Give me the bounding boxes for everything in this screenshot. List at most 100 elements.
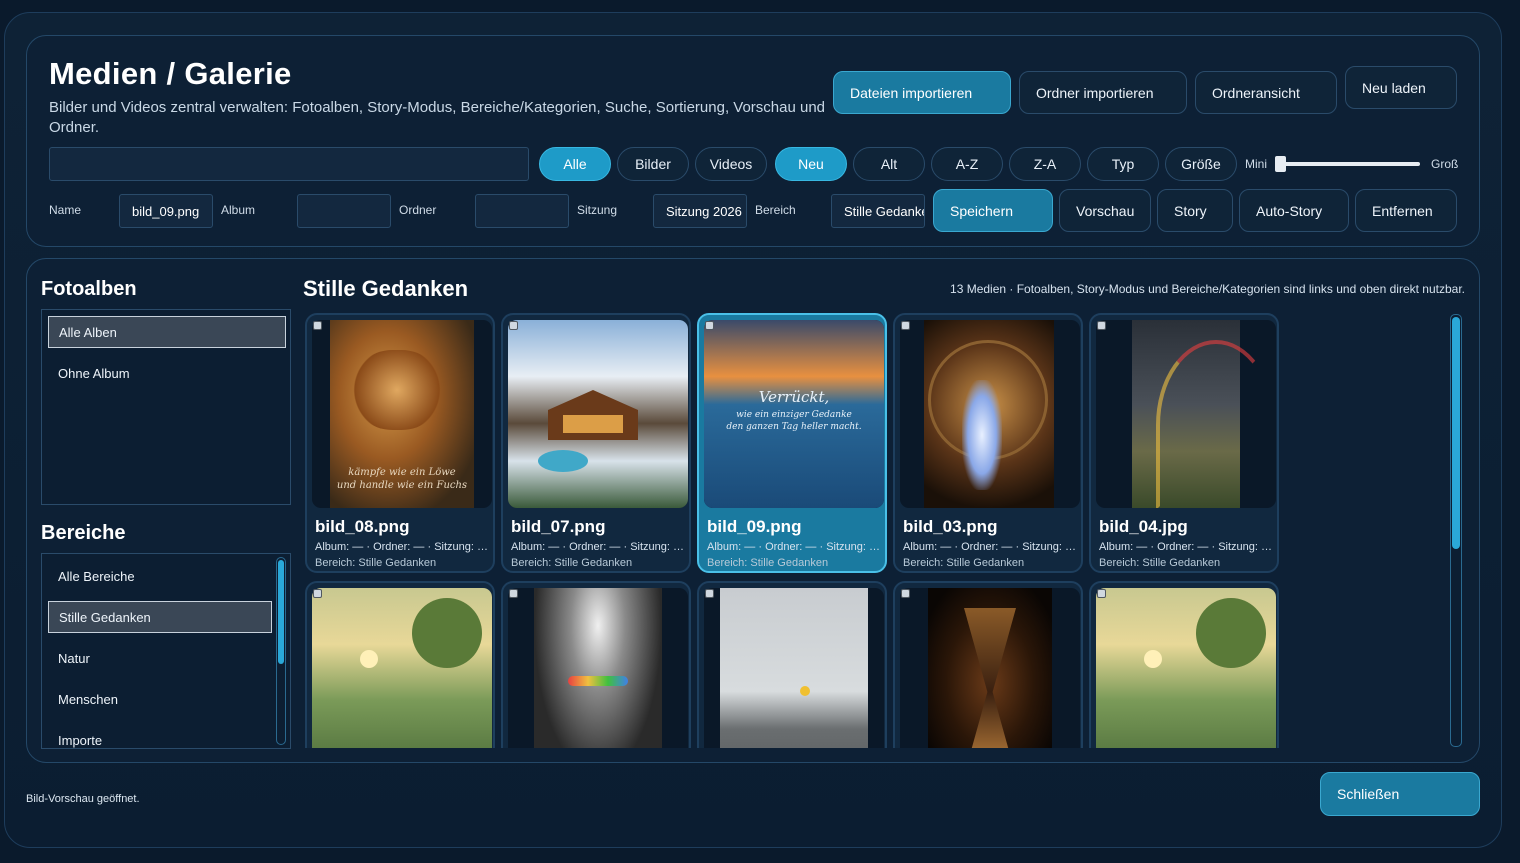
media-type-icon — [1097, 589, 1106, 598]
page-title: Medien / Galerie — [49, 56, 292, 91]
remove-button[interactable]: Entfernen — [1355, 189, 1457, 232]
lion-caption: kämpfe wie ein Löwe und handle wie ein Fu… — [336, 467, 468, 491]
folder-view-button[interactable]: Ordneransicht — [1195, 71, 1337, 114]
gallery-grid: kämpfe wie ein Löwe und handle wie ein Fu… — [303, 312, 1465, 748]
media-card-meta: Album: — · Ordner: — · Sitzung: Sitzung … — [315, 541, 489, 553]
album-label: Album — [221, 203, 256, 217]
media-type-icon — [901, 321, 910, 330]
size-slider-max-label: Groß — [1431, 157, 1459, 171]
folder-field[interactable] — [475, 194, 569, 228]
filter-pill[interactable]: Neu — [775, 147, 847, 181]
media-thumbnail — [312, 588, 492, 748]
media-card[interactable]: bild_04.jpg Album: — · Ordner: — · Sitzun… — [1089, 313, 1279, 573]
media-thumbnail — [508, 588, 688, 748]
area-field[interactable]: Stille Gedanken — [831, 194, 925, 228]
media-card-meta: Album: — · Ordner: — · Sitzung: Sitzung … — [1099, 541, 1273, 553]
gallery-info: 13 Medien · Fotoalben, Story-Modus und B… — [950, 282, 1465, 296]
area-label: Bereich — [755, 203, 796, 217]
media-card-meta: Album: — · Ordner: — · Sitzung: Sitzung … — [707, 541, 881, 553]
filter-pill[interactable]: Alle — [539, 147, 611, 181]
media-card[interactable]: bild_07.png Album: — · Ordner: — · Sitzun… — [501, 313, 691, 573]
filter-pill[interactable]: Typ — [1087, 147, 1159, 181]
media-card-name: bild_09.png — [707, 517, 802, 536]
album-item-alle-alben[interactable]: Alle Alben — [48, 316, 286, 348]
media-card[interactable]: kämpfe wie ein Löwe und handle wie ein Fu… — [305, 313, 495, 573]
save-button[interactable]: Speichern — [933, 189, 1053, 232]
preview-button[interactable]: Vorschau — [1059, 189, 1151, 232]
areas-scrollbar[interactable] — [276, 557, 286, 745]
area-item-stille-gedanken[interactable]: Stille Gedanken — [48, 601, 272, 633]
media-card[interactable] — [1089, 581, 1279, 748]
area-item-alle-bereiche[interactable]: Alle Bereiche — [48, 560, 272, 592]
gallery-scrollbar[interactable] — [1450, 314, 1462, 747]
album-field[interactable] — [297, 194, 391, 228]
media-card-name: bild_04.jpg — [1099, 517, 1188, 536]
gallery-scrollbar-thumb[interactable] — [1452, 317, 1460, 549]
media-type-icon — [509, 589, 518, 598]
filter-pill[interactable]: Videos — [695, 147, 767, 181]
size-slider-min-label: Mini — [1245, 157, 1268, 171]
media-card-name: bild_03.png — [903, 517, 998, 536]
name-field[interactable]: bild_09.png — [119, 194, 213, 228]
area-item-importe[interactable]: Importe — [48, 724, 272, 748]
area-item-natur[interactable]: Natur — [48, 642, 272, 674]
media-type-icon — [705, 589, 714, 598]
areas-title: Bereiche — [41, 522, 126, 544]
media-card-meta: Album: — · Ordner: — · Sitzung: Sitzung … — [511, 541, 685, 553]
folder-label: Ordner — [399, 203, 437, 217]
status-text: Bild-Vorschau geöffnet. — [26, 793, 140, 805]
media-card-area: Bereich: Stille Gedanken — [511, 557, 633, 569]
size-slider-track[interactable] — [1280, 162, 1420, 166]
auto-story-button[interactable]: Auto-Story — [1239, 189, 1349, 232]
search-input[interactable] — [49, 147, 529, 181]
media-thumbnail: Verrückt, wie ein einziger Gedanke den gan… — [704, 320, 884, 508]
gallery-title: Stille Gedanken — [303, 276, 469, 301]
media-thumbnail — [508, 320, 688, 508]
media-card-area: Bereich: Stille Gedanken — [903, 557, 1025, 569]
filter-pill[interactable]: Alt — [853, 147, 925, 181]
media-thumbnail — [1096, 320, 1276, 508]
session-label: Sitzung — [577, 203, 618, 217]
filter-pill[interactable]: Bilder — [617, 147, 689, 181]
media-card-area: Bereich: Stille Gedanken — [1099, 557, 1221, 569]
page-subtitle: Bilder und Videos zentral verwalten: Fot… — [49, 99, 826, 136]
media-card[interactable] — [501, 581, 691, 748]
media-card[interactable]: bild_03.png Album: — · Ordner: — · Sitzun… — [893, 313, 1083, 573]
close-button[interactable]: Schließen — [1320, 772, 1480, 816]
media-thumbnail — [900, 320, 1080, 508]
media-card[interactable] — [305, 581, 495, 748]
media-card-name: bild_08.png — [315, 517, 410, 536]
media-thumbnail — [900, 588, 1080, 748]
media-card[interactable] — [697, 581, 887, 748]
media-type-icon — [705, 321, 714, 330]
media-type-icon — [1097, 321, 1106, 330]
media-card[interactable]: Verrückt, wie ein einziger Gedanke den gan… — [697, 313, 887, 573]
import-files-button[interactable]: Dateien importieren — [833, 71, 1011, 114]
media-type-icon — [313, 321, 322, 330]
media-type-icon — [509, 321, 518, 330]
media-thumbnail — [1096, 588, 1276, 748]
media-card-name: bild_07.png — [511, 517, 606, 536]
media-thumbnail — [704, 588, 884, 748]
media-card[interactable] — [893, 581, 1083, 748]
album-item-ohne-album[interactable]: Ohne Album — [48, 357, 286, 389]
reload-button[interactable]: Neu laden — [1345, 66, 1457, 109]
story-button[interactable]: Story — [1157, 189, 1233, 232]
albums-list: Alle Alben Ohne Album — [41, 309, 291, 505]
media-type-icon — [313, 589, 322, 598]
session-field[interactable]: Sitzung 2026 — [653, 194, 747, 228]
sea-caption: Verrückt, wie ein einziger Gedanke den gan… — [726, 388, 862, 432]
media-card-area: Bereich: Stille Gedanken — [707, 557, 829, 569]
area-item-menschen[interactable]: Menschen — [48, 683, 272, 715]
media-card-area: Bereich: Stille Gedanken — [315, 557, 437, 569]
media-type-icon — [901, 589, 910, 598]
size-slider-thumb[interactable] — [1275, 156, 1286, 172]
media-thumbnail: kämpfe wie ein Löwe und handle wie ein Fu… — [312, 320, 492, 508]
filter-pill[interactable]: Z-A — [1009, 147, 1081, 181]
areas-scrollbar-thumb[interactable] — [278, 560, 284, 664]
filter-pill[interactable]: A-Z — [931, 147, 1003, 181]
import-folder-button[interactable]: Ordner importieren — [1019, 71, 1187, 114]
albums-title: Fotoalben — [41, 278, 137, 300]
filter-pill[interactable]: Größe — [1165, 147, 1237, 181]
media-card-meta: Album: — · Ordner: — · Sitzung: Sitzung … — [903, 541, 1077, 553]
